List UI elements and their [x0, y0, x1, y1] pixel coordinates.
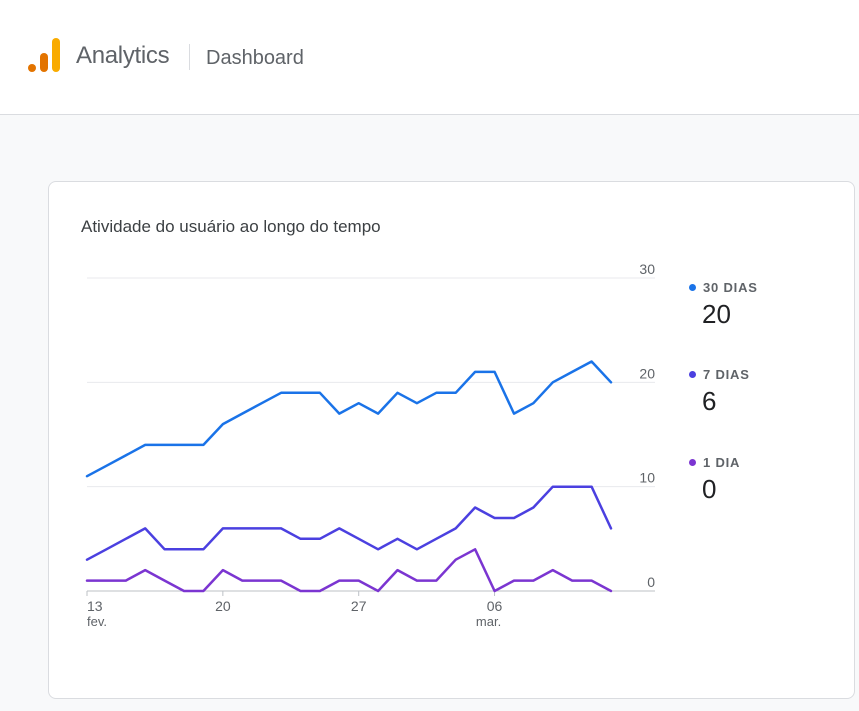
legend-label-7-days: 7 DIAS — [703, 367, 750, 382]
legend-value-30-days: 20 — [702, 299, 731, 329]
series-line-7-dias — [85, 485, 613, 561]
y-tick-label-0: 0 — [647, 574, 655, 590]
page-name: Dashboard — [206, 47, 304, 69]
x-tick-label-13: 13 — [87, 598, 103, 614]
top-bar: Analytics Dashboard — [0, 0, 859, 115]
y-tick-label-10: 10 — [639, 470, 655, 486]
series-line-30-dias — [85, 360, 613, 478]
user-activity-chart: 0 10 20 30 13fev. 20 27 06mar. — [85, 261, 655, 629]
legend-label-1-day: 1 DIA — [703, 455, 741, 470]
legend-item-7-days[interactable]: 7 DIAS 6 — [689, 367, 809, 417]
header-divider — [189, 44, 190, 70]
x-tick-month-13: fev. — [87, 614, 107, 629]
x-tick-label-06: 06 — [487, 598, 503, 614]
legend-value-7-days: 6 — [702, 386, 717, 416]
x-tick-month-06: mar. — [476, 614, 501, 629]
analytics-logo-icon[interactable] — [27, 36, 63, 74]
x-tick-label-20: 20 — [215, 598, 231, 614]
legend-dot-1-day — [689, 459, 696, 466]
app-title[interactable]: Analytics — [76, 42, 170, 70]
y-tick-label-20: 20 — [639, 365, 655, 381]
series-line-1-dia — [85, 548, 613, 593]
legend-item-30-days[interactable]: 30 DIAS 20 — [689, 280, 809, 330]
legend-value-1-day: 0 — [702, 474, 717, 504]
legend-dot-30-days — [689, 284, 696, 291]
y-tick-label-30: 30 — [639, 261, 655, 277]
legend-dot-7-days — [689, 371, 696, 378]
user-activity-card: Atividade do usuário ao longo do tempo 0… — [48, 181, 855, 699]
legend-label-30-days: 30 DIAS — [703, 280, 758, 295]
x-tick-label-27: 27 — [351, 598, 367, 614]
legend-item-1-day[interactable]: 1 DIA 0 — [689, 455, 809, 505]
